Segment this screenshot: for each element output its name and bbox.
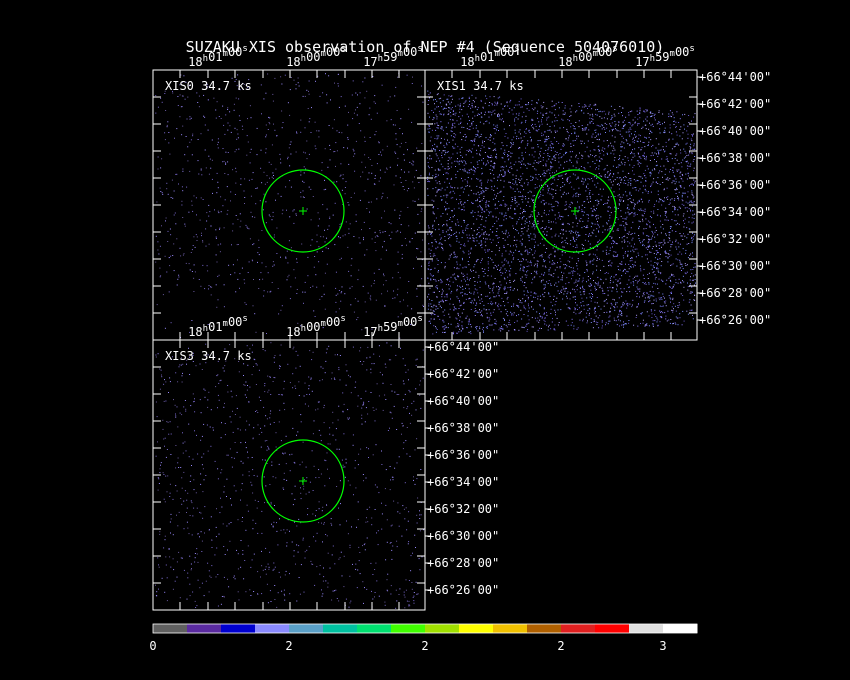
colorbar-swatch [187,624,222,633]
dec-tick-label: +66°28'00" [427,556,499,570]
dec-tick-label: +66°26'00" [699,313,771,327]
colorbar-tick-label: 0 [149,639,156,653]
dec-tick-label: +66°42'00" [699,97,771,111]
colorbar-swatch [425,624,460,633]
colorbar-tick-label: 2 [421,639,428,653]
colorbar-swatch [459,624,494,633]
colorbar-swatch [493,624,528,633]
colorbar-swatch [595,624,630,633]
figure-canvas: SUZAKU XIS observation of NEP #4 (Sequen… [149,38,771,653]
dec-tick-label: +66°36'00" [427,448,499,462]
dec-tick-label: +66°34'00" [699,205,771,219]
colorbar-swatch [221,624,256,633]
colorbar-swatch [357,624,392,633]
panel-label: XIS1 34.7 ks [437,79,524,93]
colorbar-tick-label: 3 [659,639,666,653]
colorbar-swatch [561,624,596,633]
dec-tick-label: +66°36'00" [699,178,771,192]
dec-tick-label: +66°30'00" [699,259,771,273]
dec-tick-label: +66°34'00" [427,475,499,489]
panel-xis1: XIS1 34.7 ks18h01m00s18h00m00s17h59m00s+… [424,44,771,341]
dec-tick-label: +66°40'00" [427,394,499,408]
panel-xis0: XIS0 34.7 ks18h01m00s18h00m00s17h59m00s [152,44,426,341]
dec-tick-label: +66°42'00" [427,367,499,381]
dec-tick-label: +66°40'00" [699,124,771,138]
colorbar-tick-label: 2 [285,639,292,653]
dec-tick-label: +66°38'00" [427,421,499,435]
panel-label: XIS0 34.7 ks [165,79,252,93]
colorbar-swatch [289,624,324,633]
colorbar-swatch [255,624,290,633]
colorbar-swatch [663,624,698,633]
colorbar-swatch [391,624,426,633]
dec-tick-label: +66°28'00" [699,286,771,300]
dec-tick-label: +66°44'00" [699,70,771,84]
panel-label: XIS3 34.7 ks [165,349,252,363]
dec-tick-label: +66°32'00" [699,232,771,246]
dec-tick-label: +66°30'00" [427,529,499,543]
dec-tick-label: +66°44'00" [427,340,499,354]
dec-tick-label: +66°38'00" [699,151,771,165]
colorbar-swatch [527,624,562,633]
colorbar: 0 2 2 2 3 [149,623,698,653]
dec-tick-label: +66°32'00" [427,502,499,516]
colorbar-tick-label: 2 [557,639,564,653]
colorbar-swatch [153,624,188,633]
colorbar-swatch [629,624,664,633]
dec-tick-label: +66°26'00" [427,583,499,597]
panel-frame [152,339,426,611]
panel-xis3: XIS3 34.7 ks18h01m00s18h00m00s17h59m00s+… [152,314,499,611]
panel-frame [152,69,426,341]
colorbar-swatch [323,624,358,633]
